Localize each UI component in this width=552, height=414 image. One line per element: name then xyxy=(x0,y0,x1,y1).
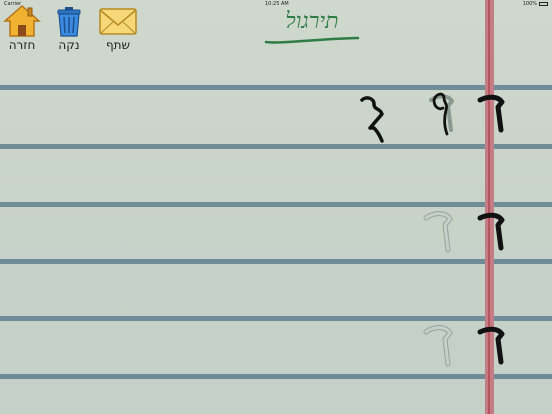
ruled-line xyxy=(0,259,552,264)
user-attempt-letter[interactable] xyxy=(356,94,390,144)
ruled-line xyxy=(0,85,552,90)
envelope-icon xyxy=(99,8,137,35)
share-label: שתף xyxy=(105,38,131,52)
traced-letter-dalet xyxy=(423,325,453,367)
battery-status: 100% xyxy=(523,1,548,7)
share-button[interactable]: שתף xyxy=(96,4,140,52)
writing-paper[interactable] xyxy=(0,0,552,414)
page-title: תירגול xyxy=(258,8,366,44)
title-text: תירגול xyxy=(285,9,339,34)
clock: 10:25 AM xyxy=(265,1,289,7)
trash-icon xyxy=(57,7,81,37)
ruled-line xyxy=(0,202,552,207)
model-letter-dalet xyxy=(477,212,505,251)
ruled-line xyxy=(0,144,552,149)
title-underline xyxy=(264,36,360,44)
house-icon xyxy=(3,4,41,37)
home-label: חזרה xyxy=(8,38,36,52)
traced-letter-dalet xyxy=(423,211,453,253)
battery-percent: 100% xyxy=(522,1,537,7)
ruled-line xyxy=(0,316,552,321)
model-letter-dalet xyxy=(477,94,505,133)
clear-label: נקה xyxy=(58,38,80,52)
ruled-line xyxy=(0,374,552,379)
clear-button[interactable]: נקה xyxy=(47,4,91,52)
traced-letter-dalet xyxy=(429,92,454,136)
home-button[interactable]: חזרה xyxy=(0,4,44,52)
model-letter-dalet xyxy=(477,326,505,365)
battery-icon xyxy=(539,2,548,6)
